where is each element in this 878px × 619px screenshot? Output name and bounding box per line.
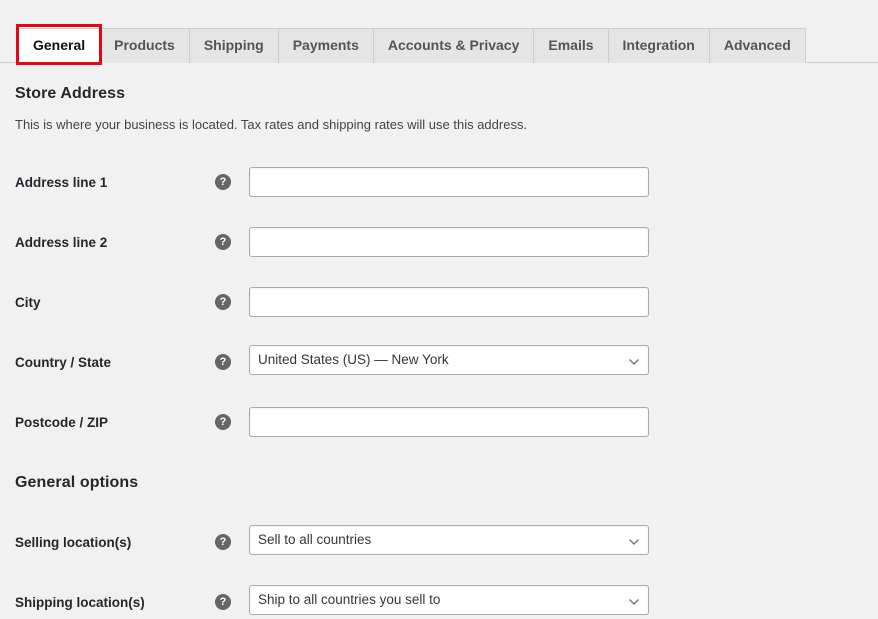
- tab-advanced[interactable]: Advanced: [708, 28, 806, 63]
- select-value-selling-locations[interactable]: Sell to all countries: [249, 524, 649, 555]
- label-city: City: [15, 294, 41, 310]
- select-value-shipping-locations[interactable]: Ship to all countries you sell to: [249, 584, 649, 615]
- help-icon-selling-locations[interactable]: ?: [215, 533, 231, 550]
- help-cell-postcode-zip: ?: [215, 392, 249, 452]
- field-cell-address-line-2: [249, 212, 695, 272]
- tab-payments[interactable]: Payments: [277, 28, 374, 63]
- form-row-selling-locations: Selling location(s)? Sell to all countrie…: [15, 512, 695, 572]
- select-country-state[interactable]: United States (US) — New York: [249, 344, 649, 375]
- label-selling-locations: Selling location(s): [15, 534, 132, 550]
- help-cell-shipping-locations: ?: [215, 572, 249, 619]
- help-cell-address-line-2: ?: [215, 212, 249, 272]
- field-cell-city: [249, 272, 695, 332]
- help-cell-selling-locations: ?: [215, 512, 249, 572]
- label-shipping-locations: Shipping location(s): [15, 594, 145, 610]
- tab-general[interactable]: General: [15, 24, 103, 65]
- field-cell-selling-locations: Sell to all countries: [249, 512, 695, 572]
- help-icon-address-line-1[interactable]: ?: [215, 173, 231, 190]
- input-address-line-1[interactable]: [249, 167, 649, 197]
- tab-integration[interactable]: Integration: [607, 28, 710, 63]
- settings-tab-bar: General Products Shipping Payments Accounts …: [0, 0, 878, 65]
- help-icon-postcode-zip[interactable]: ?: [215, 413, 231, 430]
- input-address-line-2[interactable]: [249, 227, 649, 257]
- help-cell-country-state: ?: [215, 332, 249, 392]
- form-row-address-line-1: Address line 1?: [15, 152, 695, 212]
- tab-shipping[interactable]: Shipping: [188, 28, 279, 63]
- store-address-form: Address line 1? Address line 2? City? Count…: [15, 152, 695, 452]
- tab-accounts-privacy[interactable]: Accounts & Privacy: [372, 28, 535, 63]
- tab-emails[interactable]: Emails: [533, 28, 609, 63]
- settings-content: Store Address This is where your busines…: [0, 85, 878, 619]
- help-cell-city: ?: [215, 272, 249, 332]
- form-row-address-line-2: Address line 2?: [15, 212, 695, 272]
- help-icon-shipping-locations[interactable]: ?: [215, 593, 231, 610]
- form-row-shipping-locations: Shipping location(s)? Ship to all countri…: [15, 572, 695, 619]
- help-icon-city[interactable]: ?: [215, 293, 231, 310]
- form-row-city: City?: [15, 272, 695, 332]
- store-address-heading: Store Address: [15, 85, 126, 102]
- store-address-description: This is where your business is located. …: [15, 117, 528, 132]
- label-address-line-1: Address line 1: [15, 174, 108, 190]
- field-cell-country-state: United States (US) — New York: [249, 332, 695, 392]
- tab-products[interactable]: Products: [99, 28, 190, 63]
- label-address-line-2: Address line 2: [15, 234, 108, 250]
- help-icon-country-state[interactable]: ?: [215, 353, 231, 370]
- field-cell-address-line-1: [249, 152, 695, 212]
- help-icon-address-line-2[interactable]: ?: [215, 233, 231, 250]
- general-options-heading: General options: [15, 474, 139, 491]
- select-selling-locations[interactable]: Sell to all countries: [249, 524, 649, 555]
- select-shipping-locations[interactable]: Ship to all countries you sell to: [249, 584, 649, 615]
- select-value-country-state[interactable]: United States (US) — New York: [249, 344, 649, 375]
- label-postcode-zip: Postcode / ZIP: [15, 414, 109, 430]
- label-country-state: Country / State: [15, 354, 112, 370]
- field-cell-postcode-zip: [249, 392, 695, 452]
- help-cell-address-line-1: ?: [215, 152, 249, 212]
- form-row-postcode-zip: Postcode / ZIP?: [15, 392, 695, 452]
- input-postcode-zip[interactable]: [249, 407, 649, 437]
- input-city[interactable]: [249, 287, 649, 317]
- form-row-country-state: Country / State? United States (US) — New…: [15, 332, 695, 392]
- general-options-form: Selling location(s)? Sell to all countrie…: [15, 512, 695, 619]
- field-cell-shipping-locations: Ship to all countries you sell to: [249, 572, 695, 619]
